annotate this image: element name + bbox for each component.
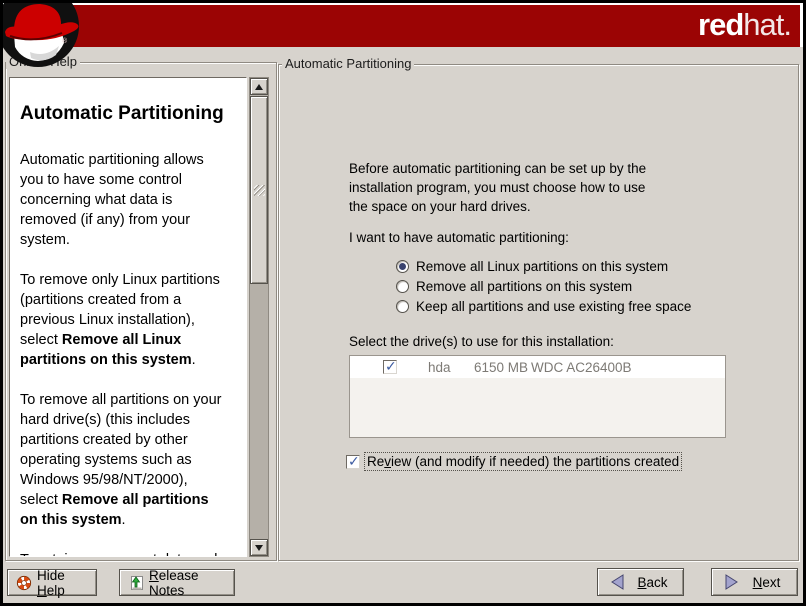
radio-keep-all-partitions[interactable]: Keep all partitions and use existing fre…: [396, 297, 691, 315]
radio-remove-all-partitions[interactable]: Remove all partitions on this system: [396, 277, 632, 295]
back-arrow-icon: [610, 574, 625, 590]
drive-size: 6150 MB: [474, 360, 528, 375]
radio-label: Remove all Linux partitions on this syst…: [416, 259, 668, 274]
lifebuoy-help-icon: [16, 575, 32, 591]
review-partitions-option[interactable]: Review (and modify if needed) the partit…: [346, 453, 681, 470]
drive-row-hda[interactable]: hda 6150 MB WDC AC26400B: [350, 356, 725, 378]
back-button[interactable]: Back: [597, 568, 684, 596]
radio-label: Keep all partitions and use existing fre…: [416, 299, 691, 314]
radio-button[interactable]: [396, 280, 409, 293]
drive-list[interactable]: hda 6150 MB WDC AC26400B: [349, 355, 726, 438]
main-frame-label: Automatic Partitioning: [282, 57, 414, 71]
scrollbar-thumb[interactable]: [250, 96, 268, 284]
button-text: Back: [630, 575, 675, 590]
brand-hat: hat.: [743, 7, 791, 42]
next-button[interactable]: Next: [711, 568, 798, 596]
help-p3-text: To remove all partitions on your hard dr…: [20, 392, 222, 508]
help-p2-period: .: [192, 352, 196, 368]
radio-group-prompt: I want to have automatic partitioning:: [349, 228, 569, 247]
scrollbar-down-button[interactable]: [250, 539, 268, 556]
help-scrollbar[interactable]: [249, 77, 269, 557]
review-checkbox[interactable]: [346, 455, 360, 469]
help-paragraph-1: Automatic partitioning allows you to hav…: [20, 150, 238, 250]
hide-help-button[interactable]: Hide Help: [7, 569, 97, 596]
radio-button[interactable]: [396, 300, 409, 313]
drive-name: hda: [428, 360, 451, 375]
redhat-wordmark: redhat.: [698, 6, 791, 44]
review-label-pre: Re: [367, 454, 384, 469]
scrollbar-grip-icon: [254, 185, 265, 196]
intro-text: Before automatic partitioning can be set…: [349, 159, 646, 216]
release-notes-icon: [128, 575, 144, 591]
scrollbar-up-button[interactable]: [250, 78, 268, 95]
automatic-partitioning-panel: Automatic Partitioning Before automatic …: [278, 64, 799, 561]
radio-label: Remove all partitions on this system: [416, 279, 632, 294]
radio-remove-linux-partitions[interactable]: Remove all Linux partitions on this syst…: [396, 257, 668, 275]
button-text: Hide Help: [37, 568, 88, 598]
scroll-up-icon: [255, 84, 263, 90]
review-checkbox-label: Review (and modify if needed) the partit…: [365, 453, 681, 470]
drive-checkbox[interactable]: [383, 360, 397, 374]
review-label-mnemonic: v: [384, 454, 391, 469]
drive-select-prompt: Select the drive(s) to use for this inst…: [349, 332, 614, 351]
help-text-area: Automatic Partitioning Automatic partiti…: [9, 77, 247, 557]
redhat-shadowman-icon: ®: [0, 0, 92, 68]
button-text: Release Notes: [149, 568, 226, 598]
radio-button[interactable]: [396, 260, 409, 273]
brand-red: red: [698, 7, 743, 42]
online-help-panel: Online Help Automatic Partitioning Autom…: [5, 62, 277, 561]
scroll-down-icon: [255, 545, 263, 551]
help-title: Automatic Partitioning: [20, 102, 238, 126]
top-banner: redhat.: [3, 3, 803, 47]
help-p3-period: .: [122, 512, 126, 528]
help-paragraph-3: To remove all partitions on your hard dr…: [20, 390, 238, 530]
installer-window: redhat. ® Online Help Automatic Partitio…: [0, 0, 806, 606]
button-text: Next: [744, 575, 789, 590]
review-label-post: iew (and modify if needed) the partition…: [391, 454, 679, 469]
help-paragraph-4-clipped: To retain your current data and: [20, 550, 238, 557]
help-paragraph-2: To remove only Linux partitions (partiti…: [20, 270, 238, 370]
svg-text:®: ®: [62, 37, 68, 45]
release-notes-button[interactable]: Release Notes: [119, 569, 235, 596]
drive-model: WDC AC26400B: [531, 360, 632, 375]
next-arrow-icon: [724, 574, 739, 590]
